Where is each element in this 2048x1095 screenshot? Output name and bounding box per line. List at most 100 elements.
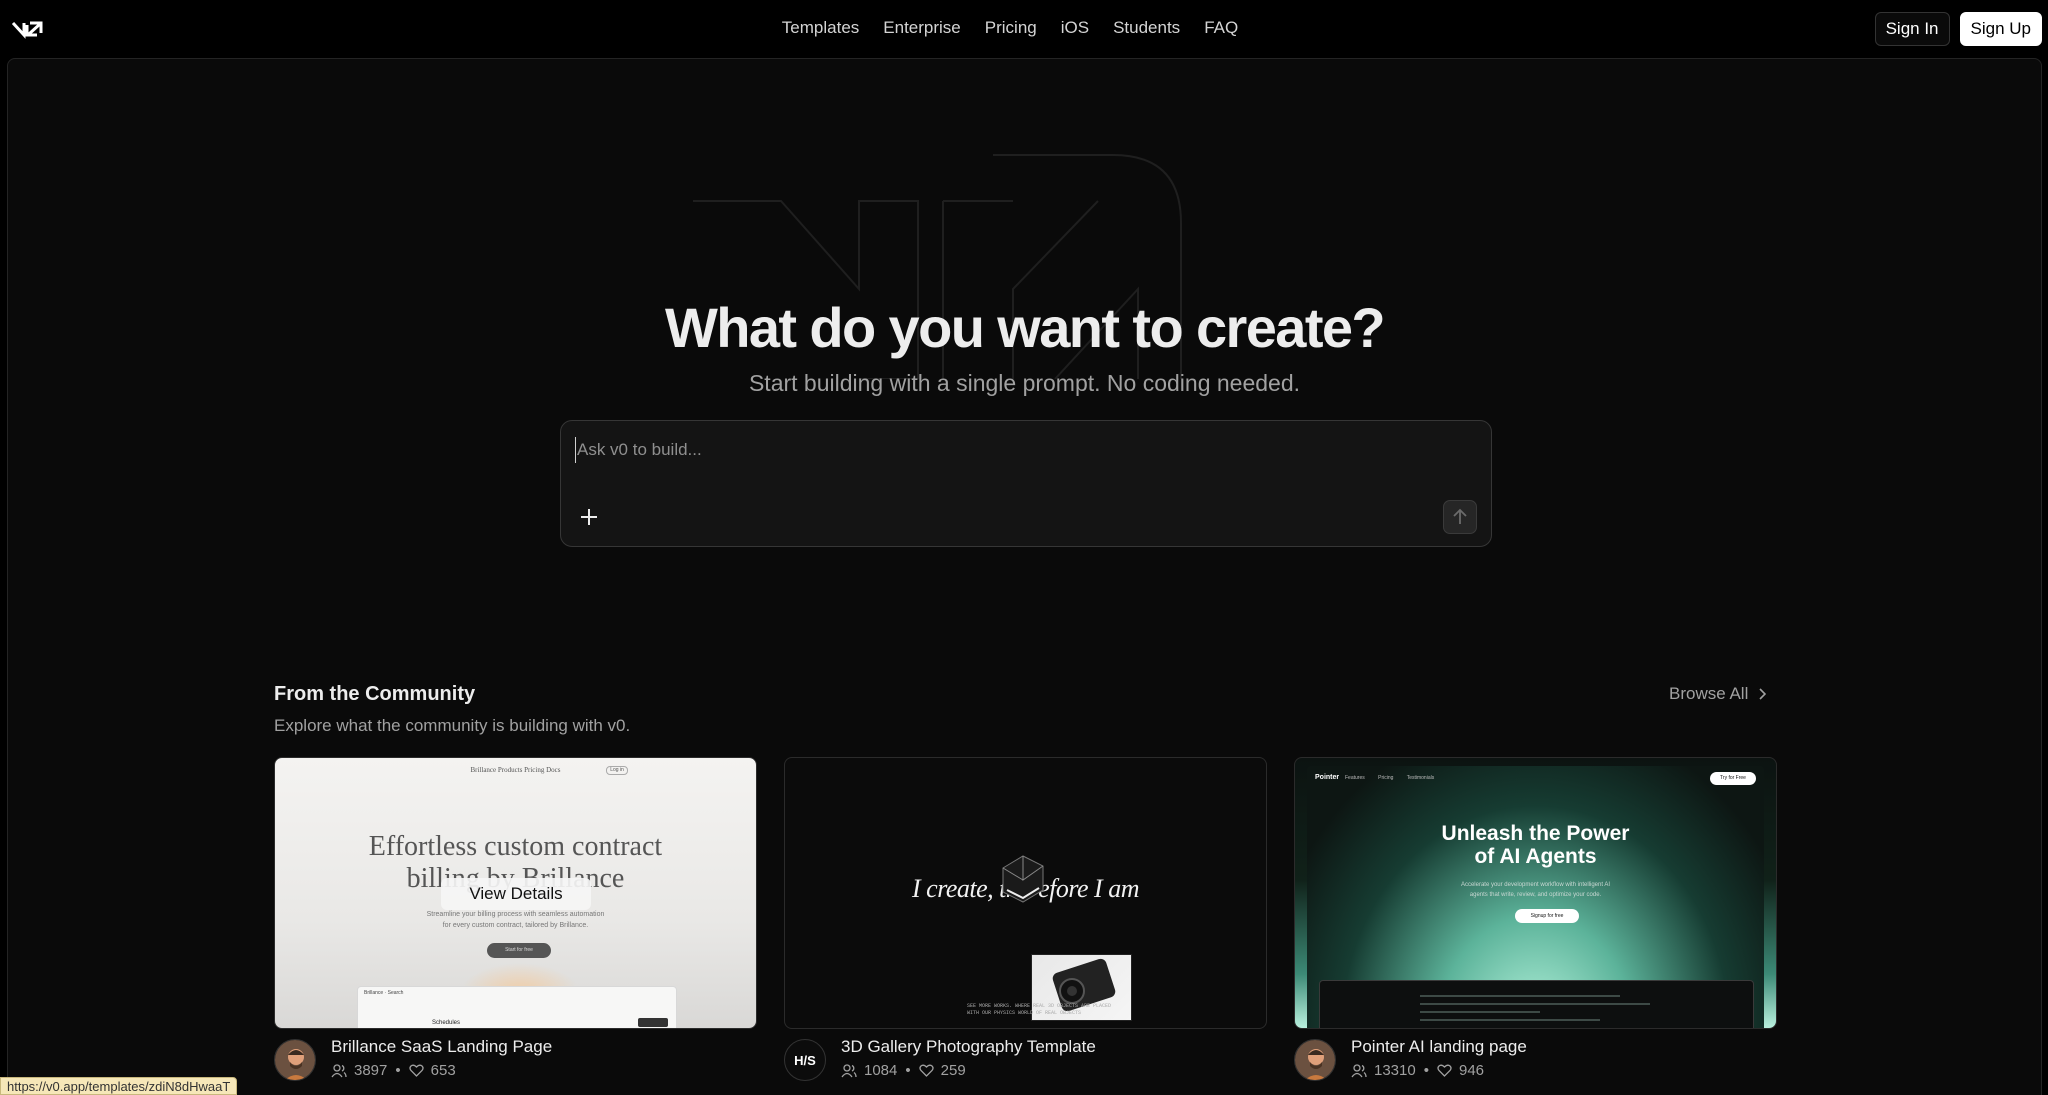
sign-up-button[interactable]: Sign Up — [1959, 12, 2042, 46]
arrow-up-icon — [1453, 508, 1467, 524]
status-bar-url: https://v0.app/templates/zdiN8dHwaaT — [0, 1077, 238, 1095]
nav-faq[interactable]: FAQ — [1204, 16, 1238, 40]
send-button[interactable] — [1443, 500, 1477, 534]
code-line — [1420, 1011, 1540, 1013]
avatar-initials: H/S — [794, 1052, 816, 1068]
preview-panel-top: Brillance · Search — [364, 990, 404, 996]
preview-caption-line: SEE MORE WORKS. WHERE REAL 3D OBJECTS AR… — [967, 1003, 1112, 1009]
chevron-right-icon — [1759, 688, 1767, 700]
likes-stat: 653 — [408, 1062, 456, 1079]
card-meta: H/S 3D Gallery Photography Template 1084… — [784, 1029, 1267, 1089]
card-title[interactable]: 3D Gallery Photography Template — [841, 1037, 1096, 1057]
card-meta: Brillance SaaS Landing Page 3897 • 653 — [274, 1029, 757, 1089]
preview-nav: Brillance Products Pricing Docs — [470, 766, 561, 774]
preview-headline-line: of AI Agents — [1474, 845, 1597, 868]
code-line — [1420, 995, 1620, 997]
preview-cta: Signup for free — [1515, 909, 1579, 923]
template-preview[interactable]: Pointer Features Pricing Testimonials Tr… — [1294, 757, 1777, 1029]
users-stat: 13310 — [1351, 1062, 1416, 1079]
preview-panel: Brillance · Search Schedules — [357, 986, 677, 1028]
users-icon — [841, 1063, 857, 1077]
community-title: From the Community — [274, 683, 476, 705]
preview-code-window — [1319, 980, 1754, 1028]
hero-subtitle: Start building with a single prompt. No … — [748, 370, 1301, 396]
preview-canvas: Pointer Features Pricing Testimonials Tr… — [1307, 766, 1764, 1028]
card-title[interactable]: Brillance SaaS Landing Page — [331, 1037, 552, 1057]
preview-login: Log in — [606, 766, 628, 775]
code-line — [1420, 1019, 1600, 1021]
preview-cta: Start for free — [487, 943, 551, 958]
preview-headline-line: Effortless custom contract — [368, 831, 663, 862]
template-preview[interactable]: Brillance Products Pricing Docs Log in E… — [274, 757, 757, 1029]
card-meta: Pointer AI landing page 13310 • 946 — [1294, 1029, 1777, 1089]
likes-count: 259 — [940, 1062, 966, 1079]
users-count: 13310 — [1374, 1062, 1416, 1079]
card-stats: 1084 • 259 — [841, 1062, 966, 1079]
separator-dot: • — [905, 1062, 911, 1079]
preview-body: Streamline your billing process with sea… — [275, 909, 756, 931]
template-card[interactable]: Brillance Products Pricing Docs Log in E… — [274, 757, 757, 1089]
likes-count: 653 — [430, 1062, 456, 1079]
nav-enterprise[interactable]: Enterprise — [883, 16, 960, 40]
preview-brand: Pointer — [1315, 774, 1340, 781]
view-details-button[interactable]: View Details — [441, 878, 591, 910]
preview-body-line: Streamline your billing process with sea… — [426, 911, 605, 918]
add-attachment-button[interactable] — [575, 503, 603, 531]
top-navigation: Templates Enterprise Pricing iOS Student… — [0, 0, 2048, 58]
code-line — [1420, 1003, 1650, 1005]
preview-body-line: for every custom contract, tailored by B… — [442, 922, 589, 929]
avatar[interactable]: H/S — [784, 1039, 826, 1081]
card-stats: 3897 • 653 — [331, 1062, 456, 1079]
nav-ios[interactable]: iOS — [1061, 16, 1089, 40]
avatar-face-icon — [1295, 1040, 1335, 1080]
3d-object-icon — [1002, 855, 1044, 903]
preview-caption: SEE MORE WORKS. WHERE REAL 3D OBJECTS AR… — [967, 1003, 1111, 1017]
main-panel: What do you want to create? Start buildi… — [7, 58, 2042, 1095]
main-nav: Templates Enterprise Pricing iOS Student… — [0, 16, 2048, 40]
template-preview[interactable]: I create, therefore I am SEE MORE WORKS.… — [784, 757, 1267, 1029]
preview-try-button: Try for Free — [1710, 772, 1756, 785]
users-count: 1084 — [864, 1062, 898, 1079]
template-card[interactable]: I create, therefore I am SEE MORE WORKS.… — [784, 757, 1267, 1089]
v0-logo-icon[interactable] — [12, 18, 48, 40]
preview-body-line: Accelerate your development workflow wit… — [1460, 882, 1611, 888]
users-count: 3897 — [354, 1062, 388, 1079]
heart-icon — [1437, 1064, 1452, 1077]
users-icon — [331, 1063, 347, 1077]
preview-headline: Unleash the Power of AI Agents — [1307, 822, 1764, 868]
avatar[interactable] — [274, 1039, 316, 1081]
avatar-face-icon — [275, 1040, 315, 1080]
likes-stat: 259 — [918, 1062, 966, 1079]
preview-body: Accelerate your development workflow wit… — [1307, 880, 1764, 900]
card-stats: 13310 • 946 — [1351, 1062, 1484, 1079]
users-icon — [1351, 1063, 1367, 1077]
nav-pricing[interactable]: Pricing — [985, 16, 1037, 40]
preview-nav: Features Pricing Testimonials — [1345, 775, 1435, 781]
preview-caption-line: WITH OUR PHYSICS WORLD OF REAL OBJECTS — [967, 1010, 1082, 1016]
community-subtitle: Explore what the community is building w… — [274, 716, 631, 735]
preview-headline-line: Unleash the Power — [1441, 822, 1630, 845]
heart-icon — [408, 1064, 424, 1077]
preview-panel-item: Schedules — [432, 1020, 461, 1026]
preview-body-line: agents that write, review, and optimize … — [1469, 892, 1602, 898]
avatar[interactable] — [1294, 1039, 1336, 1081]
sign-in-button[interactable]: Sign In — [1874, 12, 1950, 46]
nav-templates[interactable]: Templates — [782, 16, 859, 40]
users-stat: 1084 — [841, 1062, 897, 1079]
hero-title: What do you want to create? — [664, 296, 1386, 359]
nav-students[interactable]: Students — [1113, 16, 1180, 40]
browse-all-link[interactable]: Browse All — [1669, 684, 1767, 704]
browse-all-label: Browse All — [1669, 684, 1749, 703]
auth-buttons: Sign In Sign Up — [1874, 12, 2042, 46]
card-title[interactable]: Pointer AI landing page — [1351, 1037, 1527, 1057]
separator-dot: • — [1423, 1062, 1429, 1079]
likes-stat: 946 — [1437, 1062, 1484, 1079]
separator-dot: • — [395, 1062, 401, 1079]
template-card[interactable]: Pointer Features Pricing Testimonials Tr… — [1294, 757, 1777, 1089]
plus-icon — [581, 509, 597, 525]
prompt-box — [560, 420, 1492, 547]
preview-panel-button — [638, 1018, 668, 1027]
heart-icon — [918, 1064, 934, 1077]
prompt-input[interactable] — [575, 437, 1455, 463]
likes-count: 946 — [1458, 1062, 1485, 1079]
